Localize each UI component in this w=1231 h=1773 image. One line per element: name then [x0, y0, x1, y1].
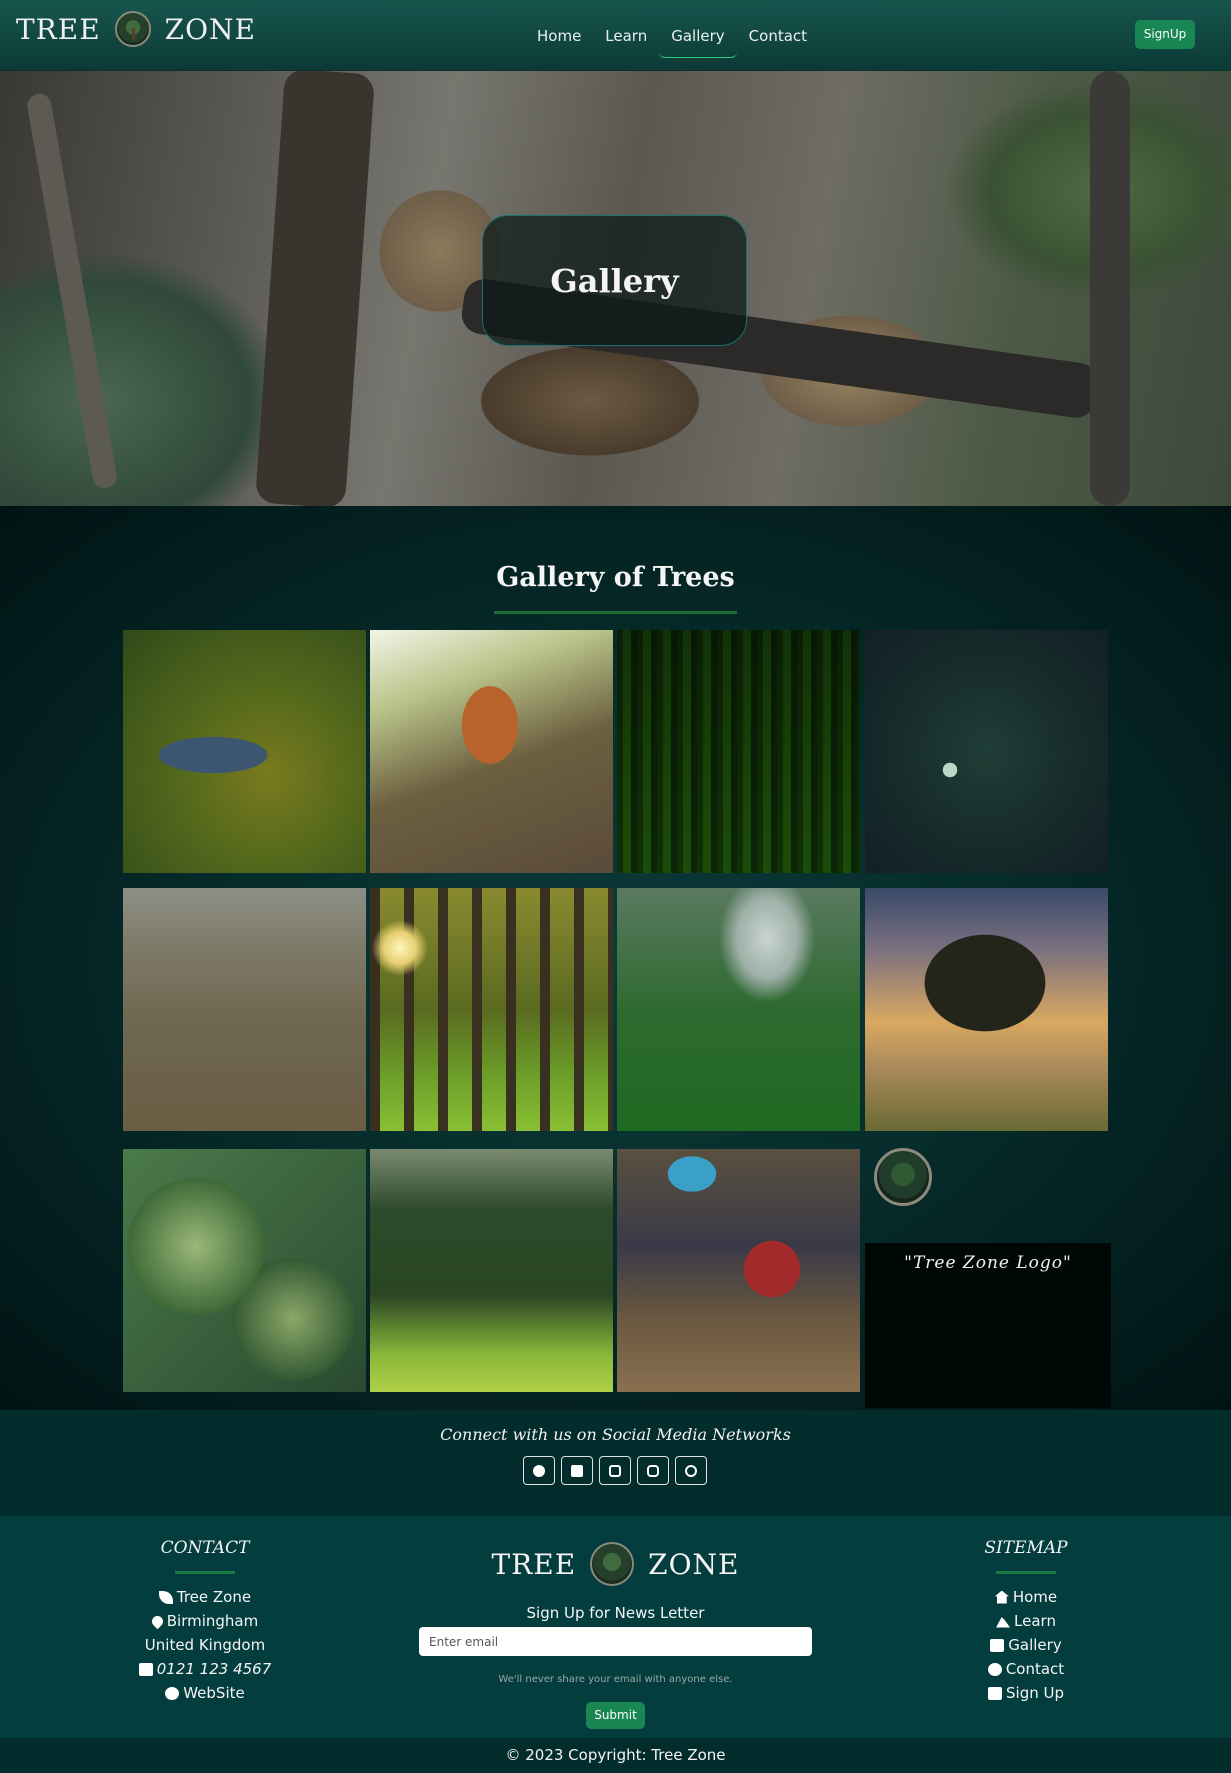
social-icons: [523, 1456, 713, 1485]
gallery-logo-tile[interactable]: "Tree Zone Logo": [865, 1142, 1111, 1408]
sitemap-underline: [996, 1571, 1056, 1574]
footer-tree-logo-icon: [590, 1542, 635, 1586]
hero-tree-trunk-left: [25, 91, 119, 491]
gallery-image-misty-jungle[interactable]: [617, 888, 860, 1131]
gallery-image-pine-aerial[interactable]: [865, 630, 1108, 873]
footer-brand-zone: ZONE: [648, 1547, 740, 1581]
brand-text-zone: ZONE: [164, 12, 256, 46]
home-icon: [994, 1590, 1009, 1604]
newsletter-submit-button[interactable]: Submit: [586, 1702, 645, 1729]
copyright: © 2023 Copyright: Tree Zone: [0, 1738, 1231, 1773]
globe-icon: [165, 1686, 180, 1700]
id-card-icon: [988, 1686, 1002, 1700]
signup-button[interactable]: SignUp: [1135, 20, 1195, 49]
sitemap-signup-label: Sign Up: [1006, 1684, 1064, 1702]
hero-banner-image: Gallery: [0, 71, 1231, 506]
newsletter-email-input[interactable]: [419, 1627, 812, 1656]
gallery-title-underline: [494, 611, 737, 614]
hero-title-box: Gallery: [482, 215, 747, 346]
tree-logo-icon: [114, 11, 151, 47]
nav-link-learn[interactable]: Learn: [593, 14, 659, 58]
footer-brand-tree: TREE: [491, 1547, 577, 1581]
gallery-image-valley[interactable]: [123, 888, 366, 1131]
sitemap-home[interactable]: Home: [926, 1585, 1126, 1609]
logo-tile-top: [865, 1142, 1111, 1243]
sitemap-gallery[interactable]: Gallery: [926, 1633, 1126, 1657]
instagram-icon[interactable]: [637, 1456, 669, 1485]
nav-link-contact[interactable]: Contact: [737, 14, 819, 58]
logo-tile-caption: "Tree Zone Logo": [904, 1253, 1072, 1273]
sitemap-contact[interactable]: Contact: [926, 1657, 1126, 1681]
gallery-image-pine-meadow[interactable]: [370, 1149, 613, 1392]
footer: CONTACT Tree Zone Birmingham United King…: [0, 1516, 1231, 1738]
social-title: Connect with us on Social Media Networks: [440, 1425, 791, 1444]
gallery-title: Gallery of Trees: [496, 562, 735, 593]
facebook-icon[interactable]: [523, 1456, 555, 1485]
gallery-image-squirrel[interactable]: [370, 630, 613, 873]
gallery-image-river-aerial[interactable]: [123, 630, 366, 873]
hero-tree-trunk: [254, 71, 376, 506]
nav-links: Home Learn Gallery Contact: [525, 0, 819, 71]
gallery-image-green-forest[interactable]: [617, 630, 860, 873]
twitter-icon[interactable]: [561, 1456, 593, 1485]
hero-title: Gallery: [550, 261, 679, 300]
gallery-section: Gallery of Trees "Tree Zone Logo": [0, 506, 1231, 1410]
gallery-image-sunlit-forest[interactable]: [370, 888, 613, 1131]
info-icon: [987, 1662, 1002, 1676]
sitemap-contact-label: Contact: [1005, 1660, 1065, 1678]
sitemap-signup[interactable]: Sign Up: [926, 1681, 1126, 1705]
leaf-icon: [158, 1590, 173, 1604]
gallery-image-lone-tree[interactable]: [865, 888, 1108, 1131]
footer-sitemap: SITEMAP Home Learn Gallery Contact Sign …: [926, 1538, 1126, 1705]
hiking-icon: [996, 1617, 1011, 1628]
gallery-image-planting-tree[interactable]: [617, 1149, 860, 1392]
sitemap-home-label: Home: [1012, 1588, 1058, 1606]
brand-text-tree: TREE: [16, 12, 101, 46]
navbar: TREE ZONE Home Learn Gallery Contact Sig…: [0, 0, 1231, 71]
sitemap-heading: SITEMAP: [984, 1538, 1068, 1558]
sitemap-gallery-label: Gallery: [1008, 1636, 1062, 1654]
youtube-icon[interactable]: [599, 1456, 631, 1485]
sitemap-learn[interactable]: Learn: [926, 1609, 1126, 1633]
brand-logo-link[interactable]: TREE ZONE: [16, 11, 256, 47]
hero-tree-trunk-right: [1090, 71, 1130, 506]
nav-link-gallery[interactable]: Gallery: [659, 14, 737, 58]
gallery-image-treetops-aerial[interactable]: [123, 1149, 366, 1392]
images-icon: [990, 1638, 1005, 1652]
whatsapp-icon[interactable]: [675, 1456, 707, 1485]
contact-country: United Kingdom: [144, 1636, 266, 1654]
sitemap-learn-label: Learn: [1014, 1612, 1056, 1630]
tree-zone-logo-icon: [874, 1148, 932, 1206]
nav-link-home[interactable]: Home: [525, 14, 593, 58]
social-section: Connect with us on Social Media Networks: [0, 1410, 1231, 1516]
